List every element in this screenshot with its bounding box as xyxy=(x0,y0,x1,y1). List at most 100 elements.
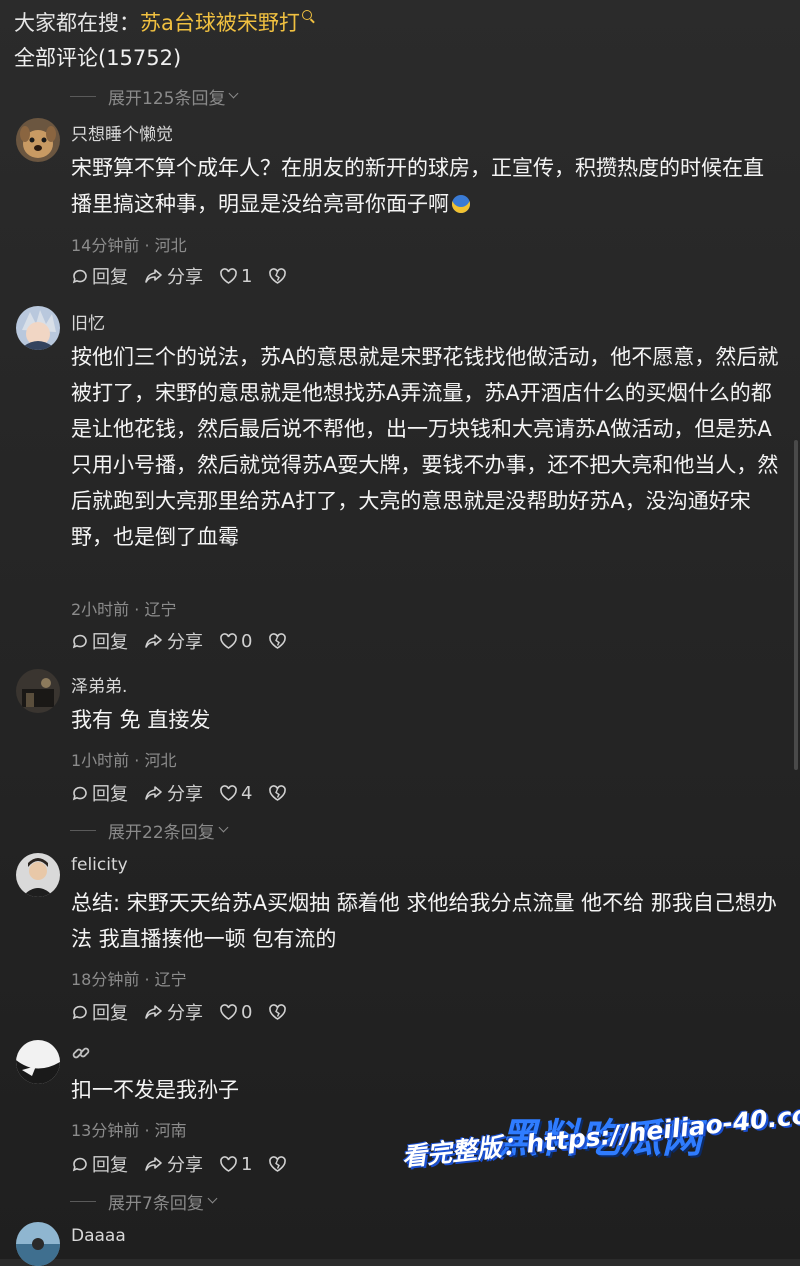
trending-search-term[interactable]: 苏a台球被宋野打 xyxy=(140,11,300,35)
share-label: 分享 xyxy=(167,267,203,288)
chevron-down-icon xyxy=(207,1193,218,1204)
share-icon xyxy=(145,1157,162,1171)
like-count: 0 xyxy=(241,630,253,652)
like-button[interactable]: 1 xyxy=(219,266,252,287)
comment-location: 河南 xyxy=(154,1121,187,1140)
like-count: 1 xyxy=(241,265,253,287)
scrollbar[interactable] xyxy=(794,440,798,770)
comment-username[interactable]: 旧忆 xyxy=(71,309,105,334)
expand-replies-button[interactable]: 展开7条回复 xyxy=(70,1189,218,1214)
comment-username[interactable] xyxy=(71,1043,91,1068)
person-avatar[interactable] xyxy=(16,853,60,897)
reply-button[interactable]: 回复 xyxy=(71,780,128,806)
divider xyxy=(70,1201,96,1202)
expand-replies-label: 展开22条回复 xyxy=(108,823,215,843)
comment-actions: 回复 分享 0 xyxy=(71,628,306,654)
share-icon xyxy=(145,634,162,648)
comment-meta: 1小时前 · 河北 xyxy=(71,751,177,770)
comment-time: 2小时前 xyxy=(71,600,130,619)
reply-icon xyxy=(72,1157,87,1172)
comment-text: 我有 免 直接发 xyxy=(71,708,211,732)
expand-replies-button[interactable]: 展开125条回复 xyxy=(70,84,239,109)
comment-location: 辽宁 xyxy=(154,970,187,989)
dislike-button[interactable] xyxy=(268,632,290,650)
expand-replies-button[interactable]: 展开22条回复 xyxy=(70,818,229,843)
comment-time: 14分钟前 xyxy=(71,236,140,255)
reply-label: 回复 xyxy=(92,784,128,805)
like-button[interactable]: 0 xyxy=(219,631,252,652)
heart-icon xyxy=(220,1155,237,1172)
share-button[interactable]: 分享 xyxy=(144,780,203,806)
comment-meta: 18分钟前 · 辽宁 xyxy=(71,970,187,989)
broken-heart-icon xyxy=(269,632,287,649)
reply-label: 回复 xyxy=(92,632,128,653)
comment-time: 1小时前 xyxy=(71,751,130,770)
heart-icon xyxy=(220,632,237,649)
share-label: 分享 xyxy=(167,1003,203,1024)
comment-time: 13分钟前 xyxy=(71,1121,140,1140)
share-icon xyxy=(145,269,162,283)
reply-button[interactable]: 回复 xyxy=(71,628,128,654)
comment-username[interactable]: 只想睡个懒觉 xyxy=(71,120,173,145)
comments-count-header: 全部评论(15752) xyxy=(14,46,182,70)
heart-icon xyxy=(220,1003,237,1020)
comment-username[interactable]: felicity xyxy=(71,855,128,875)
link-icon xyxy=(72,1047,90,1059)
chevron-down-icon xyxy=(218,822,229,833)
like-count: 0 xyxy=(241,1001,253,1023)
comment-location: 河北 xyxy=(144,751,177,770)
expand-replies-label: 展开7条回复 xyxy=(108,1194,204,1214)
share-label: 分享 xyxy=(167,784,203,805)
dislike-button[interactable] xyxy=(268,1155,290,1173)
reply-icon xyxy=(72,1005,87,1020)
like-button[interactable]: 1 xyxy=(219,1154,252,1175)
reply-icon xyxy=(72,634,87,649)
trending-search-prefix: 大家都在搜： xyxy=(14,11,140,35)
comment-username[interactable]: 泽弟弟. xyxy=(71,672,127,697)
reply-label: 回复 xyxy=(92,1155,128,1176)
like-count: 4 xyxy=(241,782,253,804)
reply-icon xyxy=(72,269,87,284)
search-icon xyxy=(301,10,312,20)
comment-actions: 回复 分享 1 xyxy=(71,1151,306,1177)
reply-button[interactable]: 回复 xyxy=(71,999,128,1025)
comment-meta: 14分钟前 · 河北 xyxy=(71,236,187,255)
comment-actions: 回复 分享 0 xyxy=(71,999,306,1025)
dark-photo-avatar[interactable] xyxy=(16,669,60,713)
dog-avatar[interactable] xyxy=(16,118,60,162)
reply-label: 回复 xyxy=(92,1003,128,1024)
reply-button[interactable]: 回复 xyxy=(71,1151,128,1177)
comment-username[interactable]: Daaaa xyxy=(71,1226,126,1246)
comment-text: 总结: 宋野天天给苏A买烟抽 舔着他 求他给我分点流量 他不给 那我自己想办法 … xyxy=(71,891,777,951)
comment-actions: 回复 分享 1 xyxy=(71,263,306,289)
share-label: 分享 xyxy=(167,632,203,653)
comment-location: 河北 xyxy=(154,236,187,255)
broken-heart-icon xyxy=(269,267,287,284)
like-button[interactable]: 4 xyxy=(219,783,252,804)
like-button[interactable]: 0 xyxy=(219,1002,252,1023)
dislike-button[interactable] xyxy=(268,784,290,802)
comment-text: 扣一不发是我孙子 xyxy=(71,1078,239,1102)
share-button[interactable]: 分享 xyxy=(144,1151,203,1177)
share-button[interactable]: 分享 xyxy=(144,999,203,1025)
anime-avatar[interactable] xyxy=(16,306,60,350)
share-button[interactable]: 分享 xyxy=(144,628,203,654)
reply-button[interactable]: 回复 xyxy=(71,263,128,289)
share-icon xyxy=(145,786,162,800)
dislike-button[interactable] xyxy=(268,1003,290,1021)
broken-heart-icon xyxy=(269,784,287,801)
chevron-down-icon xyxy=(229,88,239,99)
dislike-button[interactable] xyxy=(268,267,290,285)
divider xyxy=(70,96,96,97)
sea-avatar[interactable] xyxy=(16,1222,60,1266)
trending-search-bar[interactable]: 大家都在搜：苏a台球被宋野打 xyxy=(14,6,312,40)
comment-text: 按他们三个的说法，苏A的意思就是宋野花钱找他做活动，他不愿意，然后就被打了，宋野… xyxy=(71,345,779,549)
broken-heart-icon xyxy=(269,1003,287,1020)
heart-icon xyxy=(220,784,237,801)
share-button[interactable]: 分享 xyxy=(144,263,203,289)
reply-label: 回复 xyxy=(92,267,128,288)
comment-text: 宋野算不算个成年人？在朋友的新开的球房，正宣传，积攒热度的时候在直播里搞这种事，… xyxy=(71,156,764,216)
comment-actions: 回复 分享 4 xyxy=(71,780,306,806)
bw-avatar[interactable] xyxy=(16,1040,60,1084)
comment-time: 18分钟前 xyxy=(71,970,140,989)
